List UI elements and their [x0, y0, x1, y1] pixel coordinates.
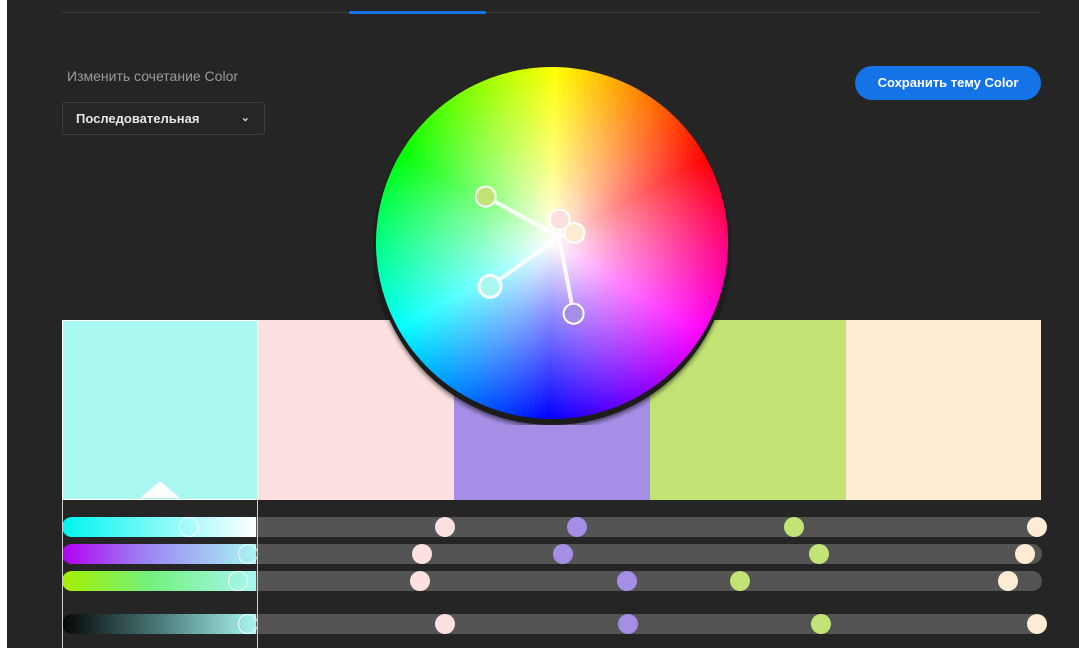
active-tab-indicator[interactable] — [349, 11, 486, 14]
slider-knob[interactable] — [566, 517, 587, 537]
harmony-rule-label: Изменить сочетание Color — [67, 68, 239, 84]
selected-swatch-frame — [62, 500, 258, 648]
slider-knob[interactable] — [435, 614, 456, 634]
slider-knob[interactable] — [617, 571, 638, 591]
save-theme-button[interactable]: Сохранить тему Color — [855, 66, 1041, 100]
slider-knob[interactable] — [808, 544, 829, 564]
wheel-marker[interactable] — [474, 185, 497, 208]
slider-knob[interactable] — [730, 571, 751, 591]
slider-knob[interactable] — [810, 614, 831, 634]
color-wheel-graphic[interactable] — [373, 67, 731, 425]
slider-knob[interactable] — [1015, 544, 1036, 564]
color-wheel-app: Изменить сочетание Color Последовательна… — [7, 0, 1079, 648]
slider-knob[interactable] — [618, 614, 639, 634]
wheel-marker[interactable] — [562, 302, 585, 325]
slider-knob[interactable] — [552, 544, 573, 564]
color-wheel[interactable] — [373, 67, 731, 425]
wheel-marker[interactable] — [563, 221, 586, 244]
tab-bar-line — [62, 12, 1040, 13]
slider-knob[interactable] — [1027, 517, 1048, 537]
slider-knob[interactable] — [784, 517, 805, 537]
slider-panel — [62, 500, 1048, 648]
slider-knob[interactable] — [997, 571, 1018, 591]
selected-swatch-marker-icon — [140, 481, 180, 498]
harmony-rule-dropdown[interactable]: Последовательная ⌄ — [62, 102, 265, 135]
slider-knob[interactable] — [411, 544, 432, 564]
slider-knob[interactable] — [409, 571, 430, 591]
slider-knob[interactable] — [435, 517, 456, 537]
harmony-rule-value: Последовательная — [76, 111, 200, 126]
wheel-marker[interactable] — [477, 273, 503, 299]
slider-knob[interactable] — [1027, 614, 1048, 634]
chevron-down-icon: ⌄ — [240, 112, 250, 124]
color-swatch[interactable] — [846, 320, 1041, 500]
color-swatch[interactable] — [62, 320, 258, 500]
